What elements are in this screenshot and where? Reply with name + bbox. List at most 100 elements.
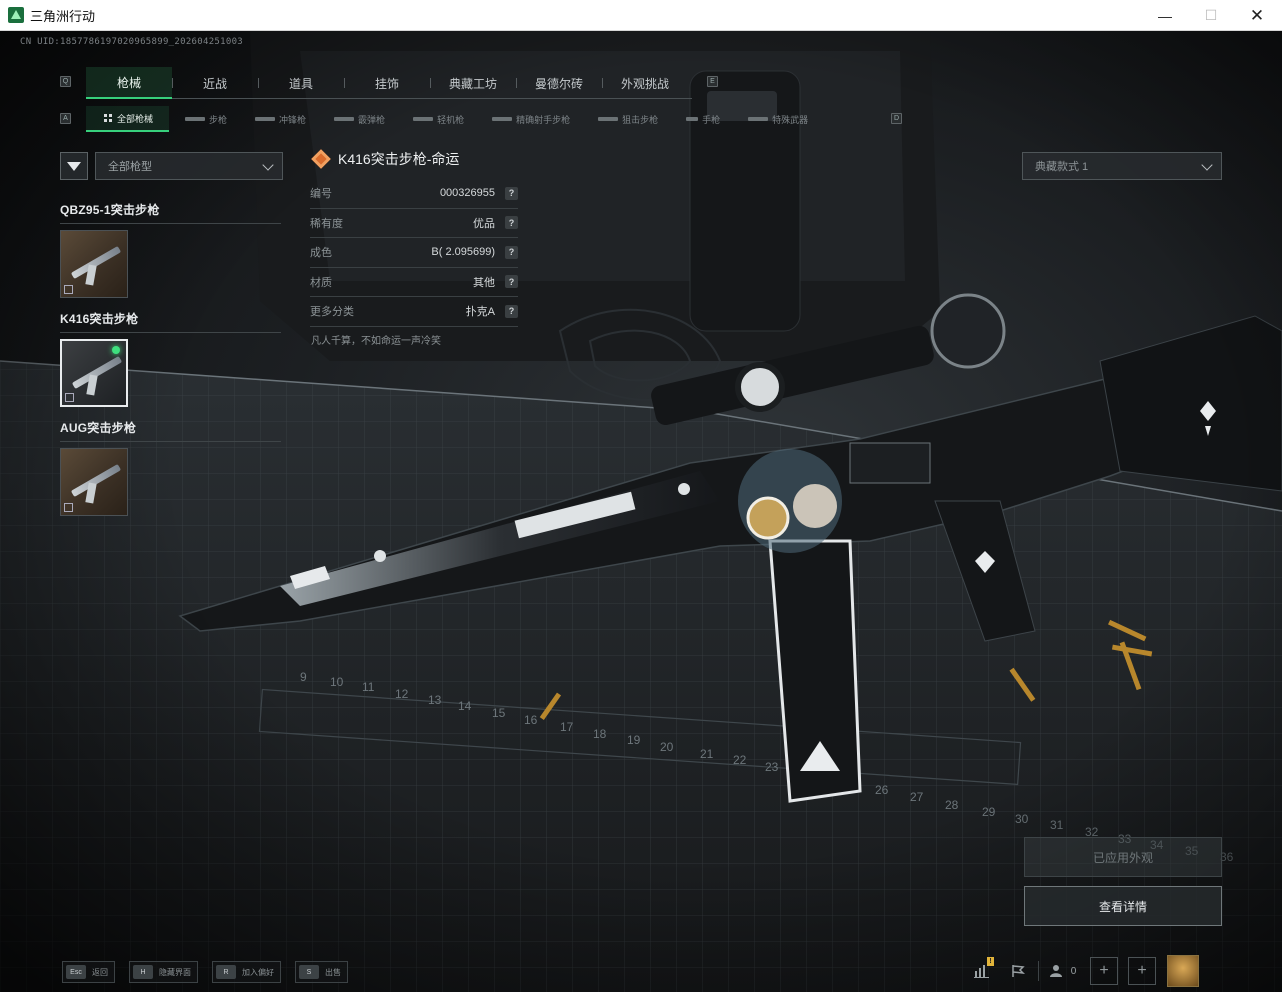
tab-next-key-hint: E xyxy=(707,76,718,87)
help-icon[interactable]: ? xyxy=(505,216,518,230)
gun-list-group: QBZ95-1突击步枪 xyxy=(60,201,281,298)
skin-title: K416突击步枪-命运 xyxy=(311,149,460,169)
add-slot-button-1[interactable]: + xyxy=(1090,957,1118,985)
subtab-special[interactable]: 特殊武器 xyxy=(732,106,820,132)
subtab-label: 手枪 xyxy=(702,114,721,125)
help-icon[interactable]: ? xyxy=(505,186,518,200)
hotkey-label: 加入偏好 xyxy=(242,967,274,977)
dropdown-value: 典藏款式 1 xyxy=(1035,161,1089,173)
help-icon[interactable]: ? xyxy=(505,245,518,259)
skin-badge-icon xyxy=(64,285,73,294)
hotkey-label: 隐藏界面 xyxy=(159,967,191,977)
hotkey-sell[interactable]: S 出售 xyxy=(295,961,348,983)
skin-badge-icon xyxy=(64,503,73,512)
pistol-icon xyxy=(686,117,699,121)
gun-thumbnail-qbz95[interactable] xyxy=(60,230,128,298)
gun-group-title: AUG突击步枪 xyxy=(60,419,281,442)
player-avatar[interactable] xyxy=(1167,955,1199,987)
subtab-sniper[interactable]: 狙击步枪 xyxy=(582,106,670,132)
special-weapon-icon xyxy=(748,117,769,121)
subtab-lmg[interactable]: 轻机枪 xyxy=(397,106,476,132)
weapon-type-dropdown[interactable]: 全部枪型 xyxy=(95,152,283,180)
subtab-label: 狙击步枪 xyxy=(622,114,659,125)
app-logo-icon xyxy=(8,7,24,23)
tab-melee[interactable]: 近战 xyxy=(172,67,258,99)
hotkey-label: 出售 xyxy=(325,967,341,977)
gun-thumbnail-k416[interactable] xyxy=(60,339,128,407)
friends-icon xyxy=(1049,965,1062,977)
flag-shape-icon xyxy=(1012,965,1025,977)
tab-firearms[interactable]: 枪械 xyxy=(86,67,172,99)
hotkey-favorite[interactable]: R 加入偏好 xyxy=(212,961,281,983)
subtab-next-key-hint: D xyxy=(891,113,902,124)
subtab-smg[interactable]: 冲锋枪 xyxy=(239,106,318,132)
subtab-dmr[interactable]: 精确射手步枪 xyxy=(476,106,582,132)
skin-title-text: K416突击步枪-命运 xyxy=(338,151,460,167)
tab-mandel-brick[interactable]: 曼德尔砖 xyxy=(516,67,602,99)
hotkey-hide-ui[interactable]: H 隐藏界面 xyxy=(129,961,198,983)
flag-icon[interactable] xyxy=(1000,955,1036,987)
subtab-label: 霰弹枪 xyxy=(358,114,386,125)
bar-chart-icon xyxy=(974,965,989,978)
info-value: B( 2.095699) xyxy=(431,246,495,259)
subtab-shotgun[interactable]: 霰弹枪 xyxy=(318,106,397,132)
rarity-diamond-icon xyxy=(311,149,331,169)
subtab-label: 全部枪械 xyxy=(117,113,154,124)
grid-icon xyxy=(104,114,112,122)
subtab-label: 轻机枪 xyxy=(437,114,465,125)
gun-thumbnail-aug[interactable] xyxy=(60,448,128,516)
style-dropdown[interactable]: 典藏款式 1 xyxy=(1022,152,1222,180)
skin-badge-icon xyxy=(65,393,74,402)
gun-group-title: QBZ95-1突击步枪 xyxy=(60,201,281,224)
tab-appearance-challenge[interactable]: 外观挑战 xyxy=(602,67,688,99)
tab-prev-key-hint: Q xyxy=(60,76,71,87)
help-icon[interactable]: ? xyxy=(505,275,518,289)
subtab-pistol[interactable]: 手枪 xyxy=(670,106,732,132)
view-details-button[interactable]: 查看详情 xyxy=(1024,886,1222,926)
info-value: 000326955 xyxy=(439,187,495,200)
close-button[interactable]: ✕ xyxy=(1234,0,1280,31)
subtab-all-firearms[interactable]: 全部枪械 xyxy=(86,106,170,132)
equipped-indicator-icon xyxy=(112,346,120,354)
uid-label: CN UID:1857786197020965899_202604251003 xyxy=(20,37,244,47)
tab-charms[interactable]: 挂饰 xyxy=(344,67,430,99)
friends-button[interactable]: 0 xyxy=(1041,955,1085,987)
info-value: 扑克A xyxy=(465,306,495,319)
sniper-icon xyxy=(598,117,619,121)
stats-icon[interactable]: ! xyxy=(964,955,1000,987)
hotkey-back[interactable]: Esc 返回 xyxy=(62,961,115,983)
game-scene: 9101112 13141516 17181920 21222324 25262… xyxy=(0,31,1282,992)
applied-appearance-button: 已应用外观 xyxy=(1024,837,1222,877)
info-row-rarity: 稀有度 优品? xyxy=(310,209,518,238)
tab-collection-workshop[interactable]: 典藏工坊 xyxy=(430,67,516,99)
key-cap: S xyxy=(299,965,319,979)
add-slot-button-2[interactable]: + xyxy=(1128,957,1156,985)
info-row-category: 更多分类 扑克A? xyxy=(310,297,518,327)
hotkey-label: 返回 xyxy=(92,967,108,977)
info-key: 稀有度 xyxy=(310,217,343,230)
chevron-down-icon xyxy=(1201,159,1213,171)
subtab-rifle[interactable]: 步枪 xyxy=(169,106,239,132)
chevron-down-icon xyxy=(262,159,274,171)
smg-icon xyxy=(255,117,276,121)
key-cap: Esc xyxy=(66,965,86,979)
shotgun-icon xyxy=(334,117,355,121)
category-tabs: 枪械 近战 道具 挂饰 典藏工坊 曼德尔砖 外观挑战 xyxy=(86,67,692,99)
gun-list-group: AUG突击步枪 xyxy=(60,419,281,516)
gun-list-group: K416突击步枪 xyxy=(60,310,281,407)
key-cap: H xyxy=(133,965,153,979)
info-row-serial: 编号 000326955? xyxy=(310,179,518,209)
skin-flavor-text: 凡人千算，不如命运一声冷笑 xyxy=(311,336,441,347)
tab-items[interactable]: 道具 xyxy=(258,67,344,99)
rifle-thumbnail-icon xyxy=(71,355,123,390)
rifle-thumbnail-icon xyxy=(70,463,122,498)
skin-info-table: 编号 000326955? 稀有度 优品? 成色 B( 2.095699)? 材… xyxy=(310,179,518,327)
dropdown-value: 全部枪型 xyxy=(108,161,152,173)
info-value: 其他 xyxy=(473,276,495,289)
info-key: 材质 xyxy=(310,276,332,289)
maximize-button[interactable]: ☐ xyxy=(1188,0,1234,31)
help-icon[interactable]: ? xyxy=(505,304,518,318)
filter-icon[interactable] xyxy=(60,152,88,180)
info-key: 更多分类 xyxy=(310,306,354,319)
minimize-button[interactable]: — xyxy=(1142,0,1188,31)
